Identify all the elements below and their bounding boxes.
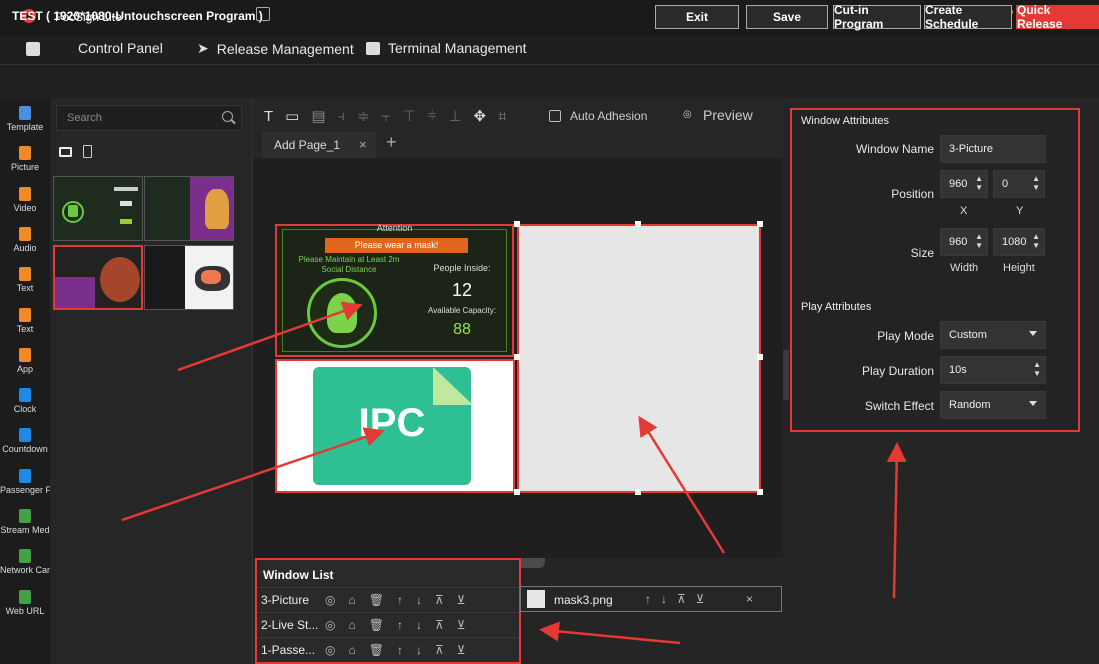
position-y-field[interactable]: 0 ▲ ▼ <box>993 170 1045 198</box>
chevron-down-icon <box>1029 331 1037 336</box>
arrow-to-window-list <box>539 621 681 645</box>
move-bottom-icon[interactable]: ⊻ <box>457 593 466 607</box>
switch-effect-label: Switch Effect <box>864 399 934 413</box>
window-list-row[interactable]: 2-Live St... ◎ ⌂ 🗑 ↑ ↓ ⊼ ⊻ <box>257 612 519 636</box>
remove-material-icon[interactable]: × <box>746 592 753 606</box>
move-top-icon[interactable]: ⊼ <box>677 592 686 606</box>
chevron-down-icon <box>1029 401 1037 406</box>
position-label: Position <box>891 187 934 201</box>
visibility-icon[interactable]: ◎ <box>325 643 335 657</box>
lock-icon[interactable]: ⌂ <box>348 643 355 657</box>
delete-icon[interactable]: 🗑 <box>369 618 384 632</box>
stepper-icon[interactable]: ▲ ▼ <box>1032 232 1040 250</box>
size-label: Size <box>910 246 934 260</box>
arrow-to-passenger-window <box>177 301 363 372</box>
arrow-to-picture-window <box>638 415 726 554</box>
window-list-row[interactable]: 1-Passe... ◎ ⌂ 🗑 ↑ ↓ ⊼ ⊻ <box>257 637 519 661</box>
play-duration-label: Play Duration <box>861 364 934 378</box>
window-name-field[interactable]: 3-Picture <box>940 135 1046 163</box>
pos-x-value: 960 <box>949 178 968 190</box>
move-down-icon[interactable]: ↓ <box>416 593 422 607</box>
play-mode-label: Play Mode <box>877 329 934 343</box>
arrow-to-ipc-window <box>121 427 385 522</box>
arrow-to-attributes <box>886 442 907 599</box>
switch-effect-value: Random <box>949 399 991 411</box>
height-value: 1080 <box>1002 236 1027 248</box>
move-bottom-icon[interactable]: ⊻ <box>457 643 466 657</box>
move-up-icon[interactable]: ↑ <box>397 618 403 632</box>
material-order-controls: ↑ ↓ ⊼ ⊻ <box>645 592 705 606</box>
move-top-icon[interactable]: ⊼ <box>435 643 444 657</box>
delete-icon[interactable]: 🗑 <box>369 593 384 607</box>
play-attributes-header: Play Attributes <box>801 301 872 313</box>
move-top-icon[interactable]: ⊼ <box>435 618 444 632</box>
stepper-icon[interactable]: ▲ ▼ <box>1033 360 1041 378</box>
move-up-icon[interactable]: ↑ <box>397 593 403 607</box>
window-list-row[interactable]: 3-Picture ◎ ⌂ 🗑 ↑ ↓ ⊼ ⊻ <box>257 587 519 611</box>
width-field[interactable]: 960 ▲ ▼ <box>940 228 988 256</box>
move-top-icon[interactable]: ⊼ <box>435 593 444 607</box>
stepper-icon[interactable]: ▲ ▼ <box>975 232 983 250</box>
position-x-field[interactable]: 960 ▲ ▼ <box>940 170 988 198</box>
material-name: mask3.png <box>554 593 613 607</box>
window-list-header: Window List <box>263 568 334 582</box>
move-down-icon[interactable]: ↓ <box>416 618 422 632</box>
delete-icon[interactable]: 🗑 <box>369 643 384 657</box>
stepper-icon[interactable]: ▲ ▼ <box>1032 174 1040 192</box>
stepper-icon[interactable]: ▲ ▼ <box>975 174 983 192</box>
lock-icon[interactable]: ⌂ <box>348 618 355 632</box>
move-down-icon[interactable]: ↓ <box>661 592 667 606</box>
window-list-row-name: 1-Passe... <box>261 642 316 657</box>
window-name-label: Window Name <box>855 142 934 156</box>
play-mode-value: Custom <box>949 329 987 341</box>
move-down-icon[interactable]: ↓ <box>416 643 422 657</box>
material-thumbnail <box>527 590 545 608</box>
row-controls: ◎ ⌂ 🗑 ↑ ↓ ⊼ ⊻ <box>325 618 466 632</box>
width-value: 960 <box>949 236 968 248</box>
row-controls: ◎ ⌂ 🗑 ↑ ↓ ⊼ ⊻ <box>325 643 466 657</box>
height-field[interactable]: 1080 ▲ ▼ <box>993 228 1045 256</box>
y-label: Y <box>1016 205 1024 217</box>
window-list-row-name: 3-Picture <box>261 592 310 607</box>
move-up-icon[interactable]: ↑ <box>645 592 651 606</box>
height-label: Height <box>1003 262 1035 274</box>
row-controls: ◎ ⌂ 🗑 ↑ ↓ ⊼ ⊻ <box>325 593 466 607</box>
width-label: Width <box>950 262 979 274</box>
visibility-icon[interactable]: ◎ <box>325 618 335 632</box>
play-mode-select[interactable]: Custom <box>940 321 1046 349</box>
lock-icon[interactable]: ⌂ <box>348 593 355 607</box>
window-list-row-name: 2-Live St... <box>261 617 319 632</box>
move-bottom-icon[interactable]: ⊻ <box>696 592 705 606</box>
window-attributes-header: Window Attributes <box>801 115 890 127</box>
move-bottom-icon[interactable]: ⊻ <box>457 618 466 632</box>
play-duration-field[interactable]: 10s ▲ ▼ <box>940 356 1046 384</box>
play-duration-value: 10s <box>949 364 967 376</box>
pos-y-value: 0 <box>1002 178 1009 190</box>
visibility-icon[interactable]: ◎ <box>325 593 335 607</box>
switch-effect-select[interactable]: Random <box>940 391 1046 419</box>
x-label: X <box>960 205 968 217</box>
move-up-icon[interactable]: ↑ <box>397 643 403 657</box>
